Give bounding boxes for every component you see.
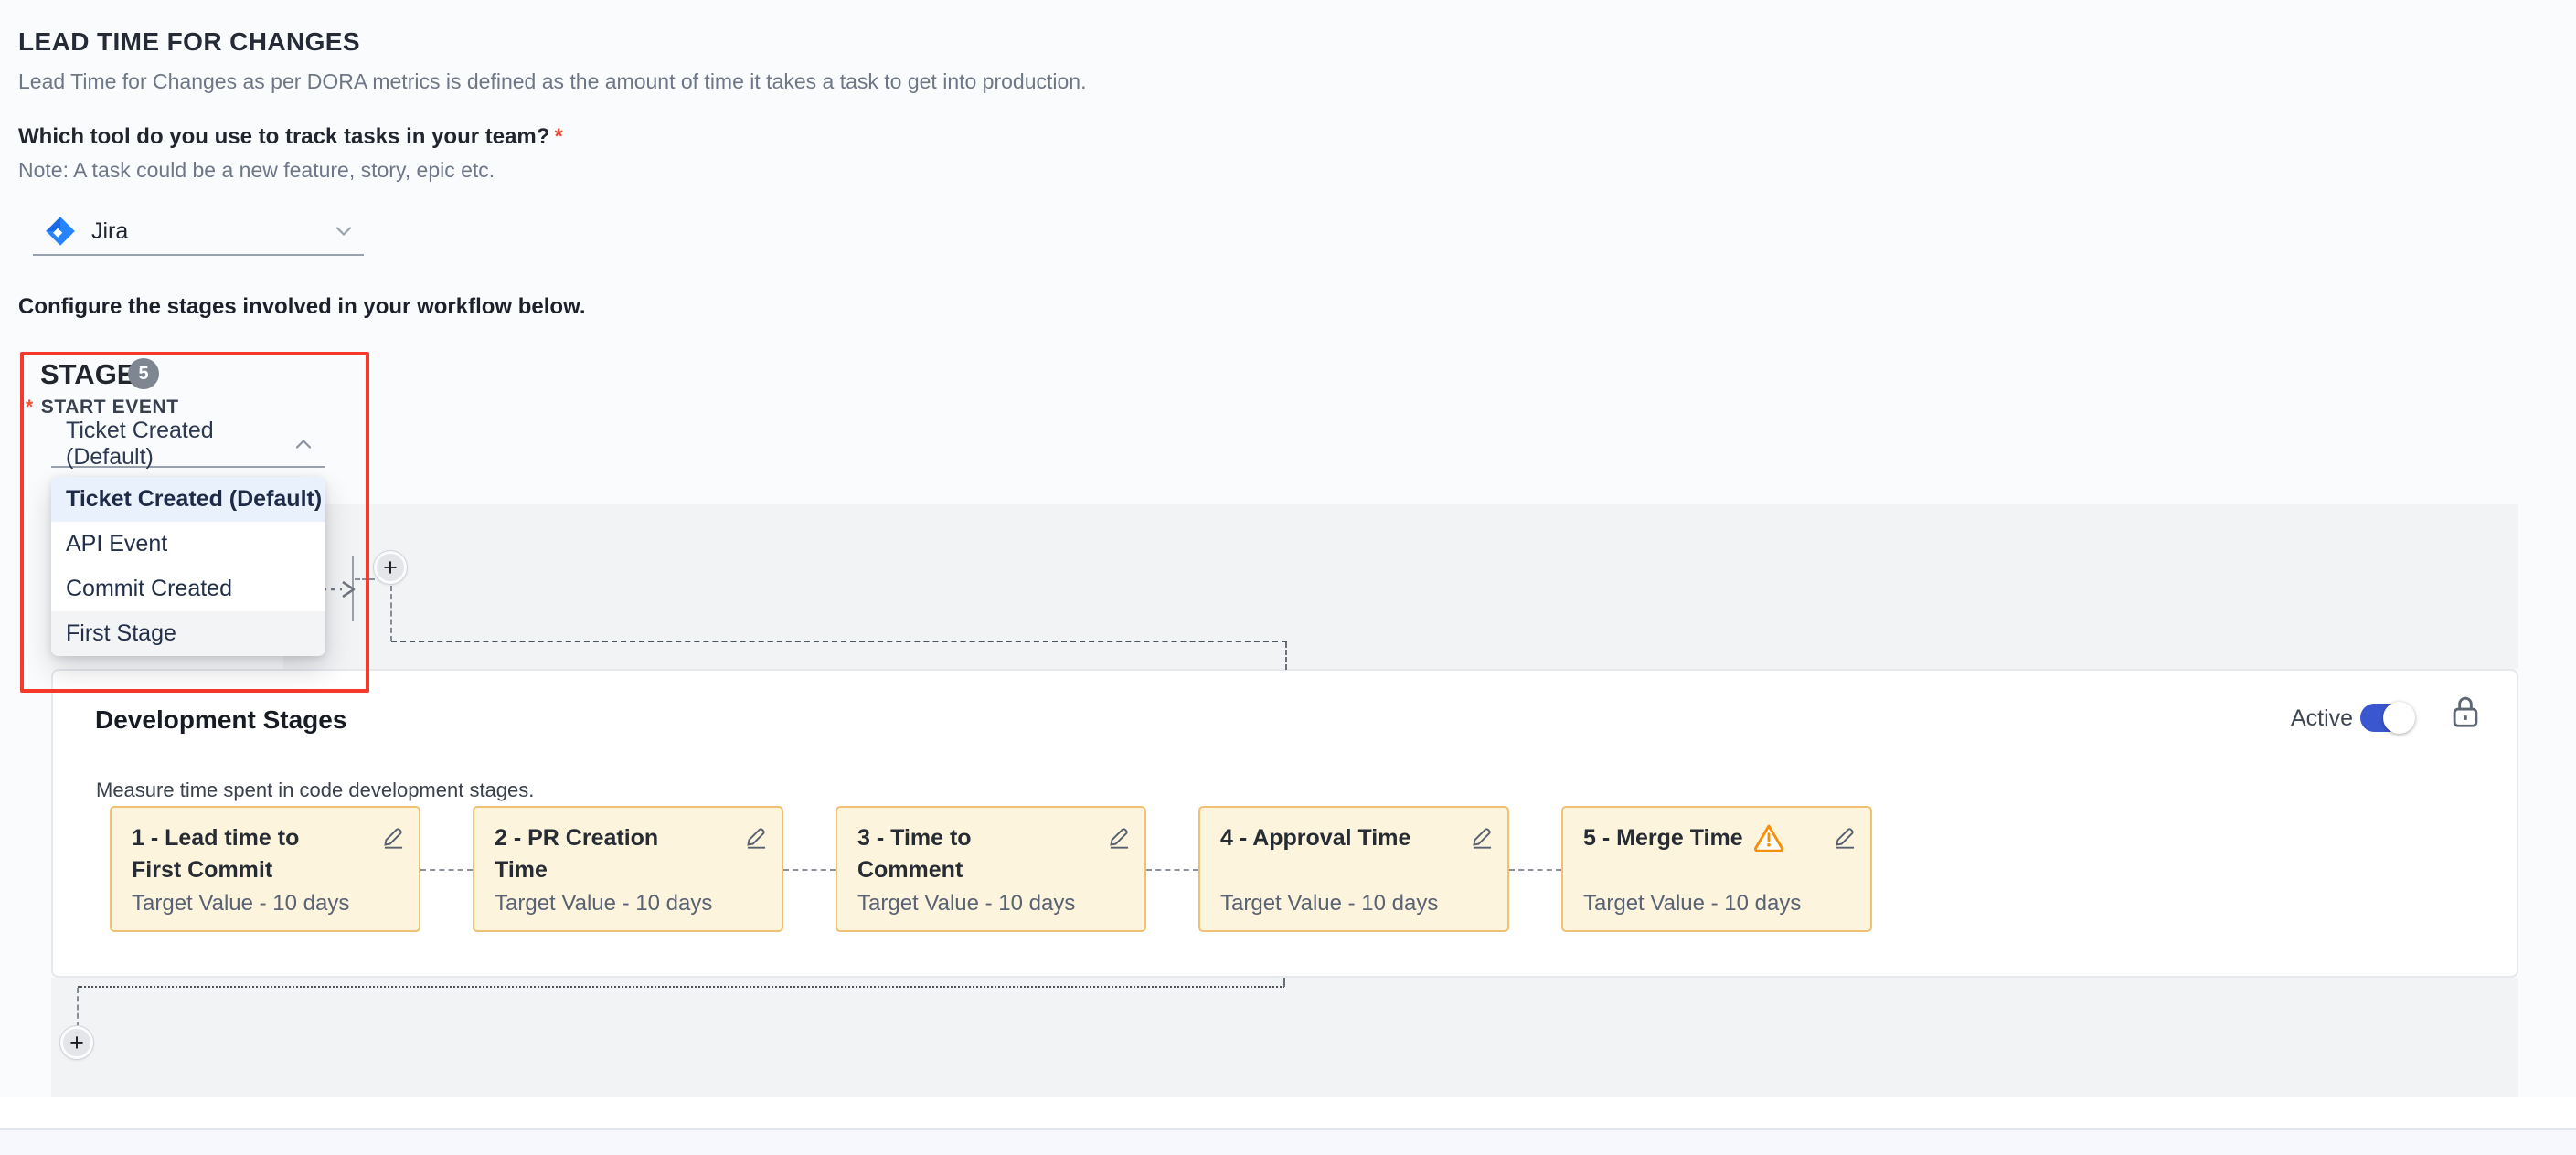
start-event-label-text: START EVENT xyxy=(41,397,179,418)
stage-card-1: 1 - Lead time to First Commit Target Val… xyxy=(110,806,420,932)
dropdown-option-api-event[interactable]: API Event xyxy=(51,522,325,567)
stage-card-target: Target Value - 10 days xyxy=(1220,891,1438,917)
stage-card-target: Target Value - 10 days xyxy=(132,891,349,917)
card-connector-dash xyxy=(1509,869,1561,871)
stage-cards-row: 1 - Lead time to First Commit Target Val… xyxy=(110,806,1872,932)
stage-card-title: 1 - Lead time to First Commit xyxy=(132,822,347,886)
tool-select[interactable]: Jira xyxy=(33,208,364,256)
stage-card-title: 2 - PR Creation Time xyxy=(495,822,710,886)
start-event-select[interactable]: Ticket Created (Default) xyxy=(51,422,325,468)
stage-card-4: 4 - Approval Time Target Value - 10 days xyxy=(1198,806,1509,932)
configure-instruction: Configure the stages involved in your wo… xyxy=(18,294,586,320)
connector-dash xyxy=(355,578,375,580)
page-title: LEAD TIME FOR CHANGES xyxy=(18,27,360,57)
edit-stage-button[interactable] xyxy=(744,824,769,849)
tracker-question: Which tool do you use to track tasks in … xyxy=(18,124,563,150)
stage-card-3: 3 - Time to Comment Target Value - 10 da… xyxy=(836,806,1146,932)
stage-card-target: Target Value - 10 days xyxy=(857,891,1075,917)
dashed-arrow-icon xyxy=(320,578,360,601)
start-event-select-value: Ticket Created (Default) xyxy=(66,418,294,471)
stage-card-title: 3 - Time to Comment xyxy=(857,822,1073,886)
card-connector-dash xyxy=(783,869,836,871)
stages-count-badge: 5 xyxy=(128,358,159,389)
tool-select-value: Jira xyxy=(91,218,128,245)
connector-dash-horizontal xyxy=(391,641,1287,642)
card-connector-dash xyxy=(420,869,473,871)
workflow-canvas-bottom xyxy=(51,978,2518,1097)
stage-card-target: Target Value - 10 days xyxy=(1583,891,1801,917)
connector-dash xyxy=(1283,978,1285,987)
development-stages-title: Development Stages xyxy=(95,705,346,735)
add-stage-button-top[interactable]: + xyxy=(374,551,407,584)
chevron-up-icon xyxy=(294,438,313,450)
page-footer-strip xyxy=(0,1130,2576,1155)
stage-card-5: 5 - Merge Time Target Value - 10 days xyxy=(1561,806,1872,932)
active-status-label: Active xyxy=(2291,705,2353,732)
required-asterisk: * xyxy=(26,397,34,418)
start-event-dropdown-menu: Ticket Created (Default) API Event Commi… xyxy=(51,477,325,656)
add-stage-button-bottom[interactable]: + xyxy=(60,1026,93,1059)
page-subtitle: Lead Time for Changes as per DORA metric… xyxy=(18,69,1087,94)
chevron-down-icon xyxy=(335,225,353,238)
stage-card-2: 2 - PR Creation Time Target Value - 10 d… xyxy=(473,806,783,932)
workflow-canvas-top xyxy=(283,504,2518,669)
stage-card-target: Target Value - 10 days xyxy=(495,891,712,917)
connector-dot-horizontal xyxy=(78,986,1284,988)
stage-card-title: 4 - Approval Time xyxy=(1220,822,1410,854)
tracker-note: Note: A task could be a new feature, sto… xyxy=(18,158,495,183)
edit-stage-button[interactable] xyxy=(1470,824,1495,849)
dropdown-option-first-stage[interactable]: First Stage xyxy=(51,611,325,656)
connector-dash xyxy=(390,586,392,641)
warning-triangle-icon xyxy=(1752,822,1785,852)
start-event-label: * START EVENT xyxy=(26,397,179,419)
lead-time-for-changes-page: LEAD TIME FOR CHANGES Lead Time for Chan… xyxy=(0,0,2576,1155)
lock-icon[interactable] xyxy=(2448,693,2483,733)
development-stages-subtitle: Measure time spent in code development s… xyxy=(96,779,534,802)
dropdown-option-ticket-created[interactable]: Ticket Created (Default) xyxy=(51,477,325,522)
active-toggle[interactable] xyxy=(2360,704,2413,732)
stage-card-title: 5 - Merge Time xyxy=(1583,822,1743,854)
connector-dash xyxy=(1285,642,1287,670)
edit-stage-button[interactable] xyxy=(1107,824,1132,849)
content-bottom-strip xyxy=(0,1097,2576,1130)
jira-logo-icon xyxy=(44,215,77,248)
dropdown-option-commit-created[interactable]: Commit Created xyxy=(51,567,325,611)
connector-dash xyxy=(77,988,79,1027)
tracker-question-text: Which tool do you use to track tasks in … xyxy=(18,124,549,149)
toggle-knob xyxy=(2383,702,2415,734)
edit-stage-button[interactable] xyxy=(1833,824,1857,849)
required-asterisk: * xyxy=(554,124,562,149)
edit-stage-button[interactable] xyxy=(381,824,406,849)
card-connector-dash xyxy=(1146,869,1198,871)
